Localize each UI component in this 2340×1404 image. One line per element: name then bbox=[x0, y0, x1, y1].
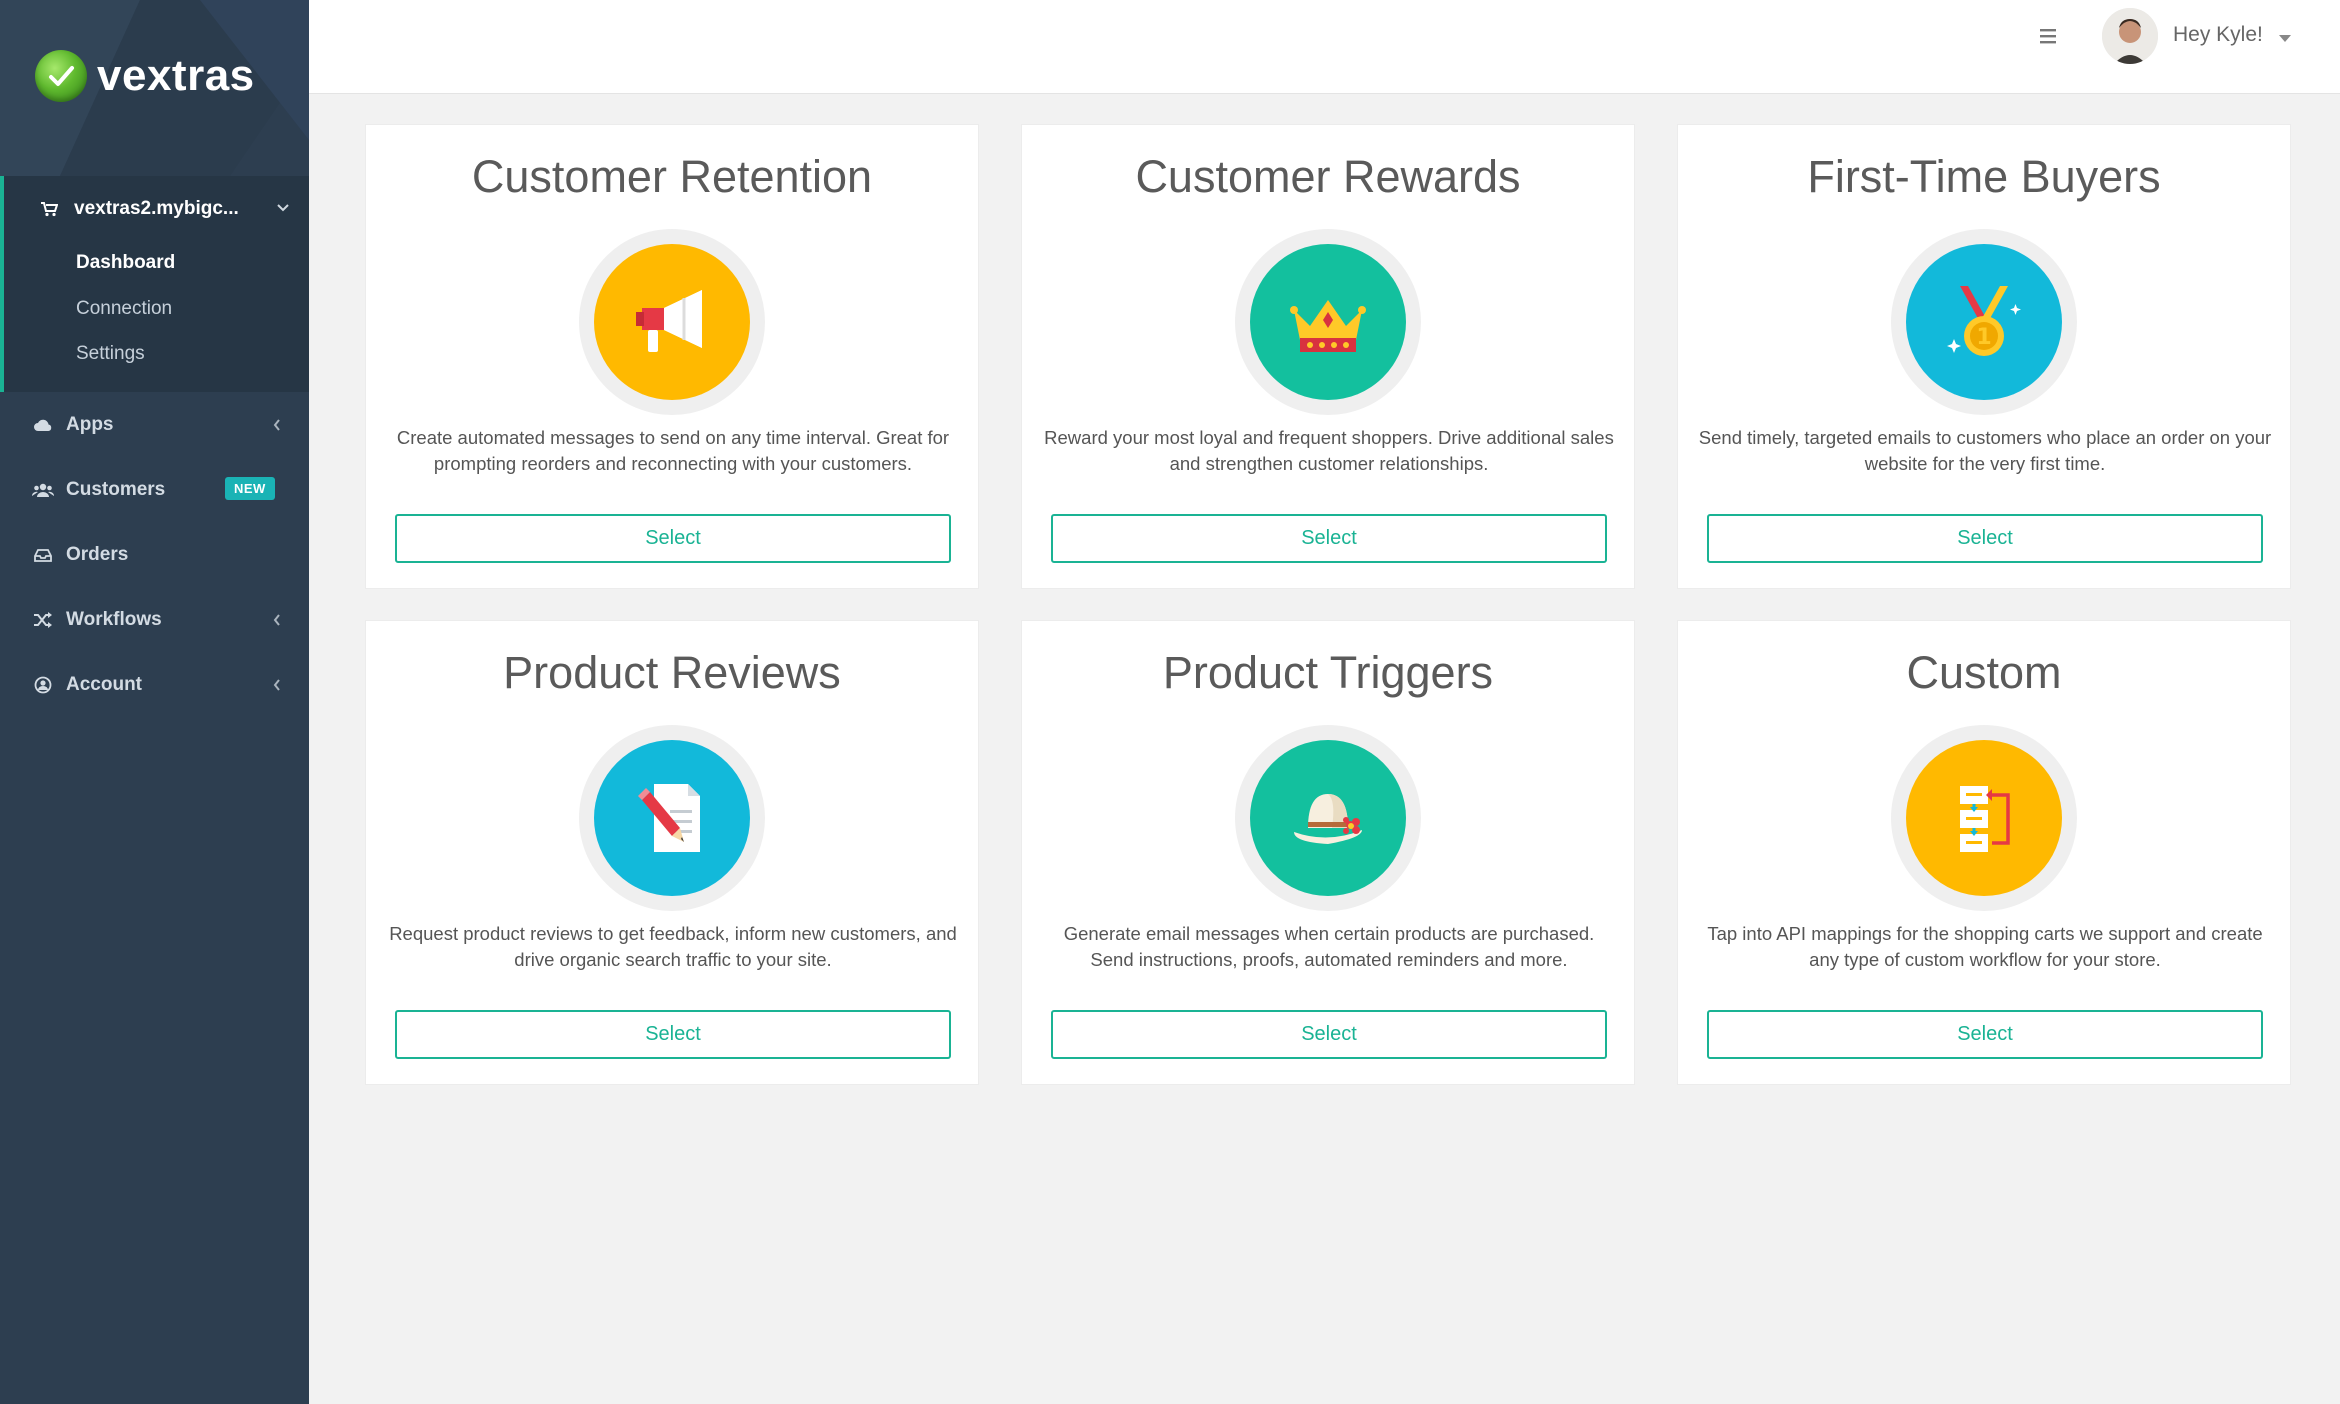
sidebar: vextras vextras2.mybigc... Dashboard Con… bbox=[0, 0, 309, 1404]
store-menu: vextras2.mybigc... Dashboard Connection … bbox=[0, 176, 309, 392]
card-description: Create automated messages to send on any… bbox=[396, 427, 950, 474]
megaphone-icon bbox=[594, 244, 750, 400]
vextras-logo-icon bbox=[35, 50, 87, 102]
cloud-icon bbox=[32, 418, 54, 432]
user-greeting[interactable]: Hey Kyle! bbox=[2173, 23, 2263, 47]
select-button[interactable]: Select bbox=[1707, 1010, 2263, 1059]
chevron-left-icon bbox=[272, 416, 282, 438]
chevron-left-icon bbox=[272, 676, 282, 698]
card-first-time-buyers: First-Time Buyers 1 Send timely, targete… bbox=[1677, 124, 2291, 589]
sidebar-item-workflows[interactable]: Workflows bbox=[32, 605, 282, 635]
sidebar-item-label: Workflows bbox=[66, 609, 162, 630]
user-avatar[interactable] bbox=[2102, 8, 2158, 64]
select-button[interactable]: Select bbox=[1707, 514, 2263, 563]
svg-text:1: 1 bbox=[1976, 325, 1991, 350]
card-title: Product Reviews bbox=[503, 647, 841, 698]
medal-icon: 1 bbox=[1906, 244, 2062, 400]
new-badge: NEW bbox=[225, 477, 275, 500]
card-title: Custom bbox=[1906, 647, 2062, 698]
top-bar: Hey Kyle! bbox=[309, 0, 2340, 94]
crown-icon bbox=[1250, 244, 1406, 400]
card-title: Product Triggers bbox=[1162, 647, 1494, 698]
card-title: Customer Retention bbox=[471, 151, 873, 202]
sidebar-item-label: Customers bbox=[66, 479, 166, 500]
hamburger-menu-icon[interactable] bbox=[2038, 26, 2060, 46]
card-title: First-Time Buyers bbox=[1807, 151, 2161, 202]
sidebar-item-connection[interactable]: Connection bbox=[76, 298, 172, 320]
card-title: Customer Rewards bbox=[1135, 151, 1521, 202]
chevron-down-icon bbox=[276, 198, 290, 220]
cart-icon bbox=[40, 201, 62, 217]
card-description: Request product reviews to get feedback,… bbox=[389, 923, 957, 970]
document-pencil-icon bbox=[594, 740, 750, 896]
sidebar-item-label: Account bbox=[66, 674, 142, 695]
card-icon-frame bbox=[1891, 725, 2077, 911]
sidebar-item-label: Orders bbox=[66, 544, 129, 565]
card-icon-frame bbox=[1235, 725, 1421, 911]
select-button[interactable]: Select bbox=[1051, 514, 1607, 563]
card-description: Send timely, targeted emails to customer… bbox=[1698, 427, 2272, 474]
card-customer-rewards: Customer Rewards Reward your most loyal … bbox=[1021, 124, 1635, 589]
card-description: Generate email messages when certain pro… bbox=[1063, 923, 1595, 970]
card-custom: Custom Tap into API mappings for the sho… bbox=[1677, 620, 2291, 1085]
brand[interactable]: vextras bbox=[35, 50, 255, 102]
sidebar-item-account[interactable]: Account bbox=[32, 670, 282, 700]
store-selector[interactable]: vextras2.mybigc... bbox=[40, 198, 290, 220]
card-product-triggers: Product Triggers Generate email messages… bbox=[1021, 620, 1635, 1085]
select-button[interactable]: Select bbox=[395, 1010, 951, 1059]
sidebar-item-customers[interactable]: Customers NEW bbox=[32, 475, 282, 505]
sidebar-item-orders[interactable]: Orders bbox=[32, 540, 282, 570]
sun-hat-icon bbox=[1250, 740, 1406, 896]
store-label: vextras2.mybigc... bbox=[74, 198, 239, 219]
sidebar-item-apps[interactable]: Apps bbox=[32, 410, 282, 440]
user-circle-icon bbox=[32, 676, 54, 694]
card-description: Reward your most loyal and frequent shop… bbox=[1044, 427, 1614, 474]
card-product-reviews: Product Reviews Request product reviews … bbox=[365, 620, 979, 1085]
select-button[interactable]: Select bbox=[395, 514, 951, 563]
brand-name: vextras bbox=[97, 51, 255, 100]
inbox-icon bbox=[32, 548, 54, 562]
caret-down-icon[interactable] bbox=[2278, 30, 2292, 48]
shuffle-icon bbox=[32, 612, 54, 628]
card-icon-frame bbox=[579, 229, 765, 415]
card-description: Tap into API mappings for the shopping c… bbox=[1707, 923, 2263, 970]
select-button[interactable]: Select bbox=[1051, 1010, 1607, 1059]
users-icon bbox=[32, 482, 54, 498]
sidebar-item-label: Apps bbox=[66, 414, 114, 435]
workflow-icon bbox=[1906, 740, 2062, 896]
card-icon-frame bbox=[579, 725, 765, 911]
sidebar-item-dashboard[interactable]: Dashboard bbox=[76, 252, 175, 274]
card-icon-frame: 1 bbox=[1891, 229, 2077, 415]
card-icon-frame bbox=[1235, 229, 1421, 415]
sidebar-item-settings[interactable]: Settings bbox=[76, 343, 145, 365]
chevron-left-icon bbox=[272, 611, 282, 633]
card-customer-retention: Customer Retention Create automated mess… bbox=[365, 124, 979, 589]
